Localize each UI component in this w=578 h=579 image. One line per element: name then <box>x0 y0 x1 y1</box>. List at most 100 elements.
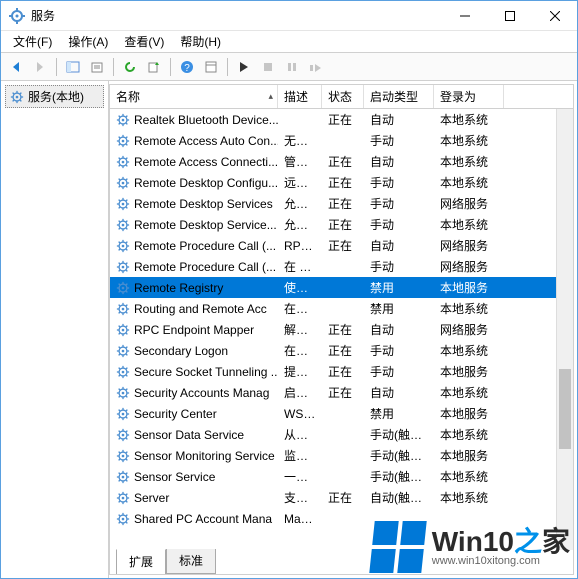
cell-status: 正在 <box>322 237 364 254</box>
service-row[interactable]: Sensor Data Service从各...手动(触发...本地系统 <box>110 424 573 445</box>
service-row[interactable]: Remote Access Auto Con...无论...手动本地系统 <box>110 130 573 151</box>
scrollbar-thumb[interactable] <box>559 369 571 449</box>
service-row[interactable]: Server支持...正在自动(触发...本地系统 <box>110 487 573 508</box>
menu-view[interactable]: 查看(V) <box>116 31 172 52</box>
service-name-link[interactable]: Remote Procedure Call (... <box>134 239 276 253</box>
service-row[interactable]: Routing and Remote Acc在局...禁用本地系统 <box>110 298 573 319</box>
service-name-link[interactable]: Sensor Monitoring Service <box>134 449 275 463</box>
menu-file[interactable]: 文件(F) <box>5 31 60 52</box>
maximize-button[interactable] <box>487 1 532 30</box>
properties-button[interactable] <box>86 56 108 78</box>
service-row[interactable]: Secure Socket Tunneling ...提供...正在手动本地服务 <box>110 361 573 382</box>
cell-description: 无论... <box>278 132 322 149</box>
cell-logon-as: 本地系统 <box>434 426 504 443</box>
cell-logon-as: 本地服务 <box>434 363 504 380</box>
show-hide-tree-button[interactable] <box>62 56 84 78</box>
start-service-button[interactable] <box>233 56 255 78</box>
refresh-button[interactable] <box>119 56 141 78</box>
service-row[interactable]: Security Accounts Manag启动...正在自动本地系统 <box>110 382 573 403</box>
cell-logon-as: 本地系统 <box>434 489 504 506</box>
vertical-scrollbar[interactable] <box>556 109 573 550</box>
cell-logon-as: 本地服务 <box>434 279 504 296</box>
service-name-link[interactable]: Remote Desktop Services <box>134 197 273 211</box>
service-row[interactable]: Remote Procedure Call (...RPC...正在自动网络服务 <box>110 235 573 256</box>
nav-services-local[interactable]: 服务(本地) <box>5 85 104 108</box>
service-name-link[interactable]: Remote Registry <box>134 281 223 295</box>
column-logon-as[interactable]: 登录为 <box>434 85 504 108</box>
service-name-link[interactable]: RPC Endpoint Mapper <box>134 323 254 337</box>
cell-startup-type: 自动 <box>364 153 434 170</box>
service-gear-icon <box>116 134 130 148</box>
cell-name: Security Center <box>110 407 278 421</box>
cell-logon-as: 本地系统 <box>434 174 504 191</box>
help-button[interactable]: ? <box>176 56 198 78</box>
close-button[interactable] <box>532 1 577 30</box>
cell-name: Secure Socket Tunneling ... <box>110 365 278 379</box>
services-window: 服务 文件(F) 操作(A) 查看(V) 帮助(H) ? <box>0 0 578 579</box>
bottom-tabs: 扩展 标准 <box>110 550 573 574</box>
service-name-link[interactable]: Routing and Remote Acc <box>134 302 267 316</box>
forward-button[interactable] <box>29 56 51 78</box>
service-row[interactable]: Remote Procedure Call (...在 W...手动网络服务 <box>110 256 573 277</box>
service-row[interactable]: Remote Access Connecti...管理...正在自动本地系统 <box>110 151 573 172</box>
cell-startup-type: 手动(触发... <box>364 468 434 485</box>
cell-name: Realtek Bluetooth Device... <box>110 113 278 127</box>
cell-name: RPC Endpoint Mapper <box>110 323 278 337</box>
cell-startup-type: 自动 <box>364 237 434 254</box>
service-name-link[interactable]: Sensor Service <box>134 470 215 484</box>
cell-startup-type: 手动(触发... <box>364 426 434 443</box>
cell-logon-as: 本地系统 <box>434 384 504 401</box>
service-name-link[interactable]: Shared PC Account Mana <box>134 512 272 526</box>
export-button[interactable] <box>143 56 165 78</box>
service-row[interactable]: Remote Registry使远...禁用本地服务 <box>110 277 573 298</box>
service-row[interactable]: Sensor Monitoring Service监视...手动(触发...本地… <box>110 445 573 466</box>
service-name-link[interactable]: Remote Access Connecti... <box>134 155 278 169</box>
service-row[interactable]: Remote Desktop Configu...远程...正在手动本地系统 <box>110 172 573 193</box>
column-description[interactable]: 描述 <box>278 85 322 108</box>
tab-extended[interactable]: 扩展 <box>116 549 166 575</box>
service-row[interactable]: Remote Desktop Services允许...正在手动网络服务 <box>110 193 573 214</box>
service-row[interactable]: Secondary Logon在不...正在手动本地系统 <box>110 340 573 361</box>
column-name[interactable]: 名称 ▴ <box>110 85 278 108</box>
service-row[interactable]: Security CenterWSC...禁用本地服务 <box>110 403 573 424</box>
service-row[interactable]: RPC Endpoint Mapper解析...正在自动网络服务 <box>110 319 573 340</box>
service-name-link[interactable]: Server <box>134 491 169 505</box>
service-name-link[interactable]: Remote Desktop Configu... <box>134 176 278 190</box>
body-split: 服务(本地) 名称 ▴ 描述 状态 启动类型 登录为 Realtek Bluet… <box>1 81 577 578</box>
cell-description: 解析... <box>278 321 322 338</box>
column-startup-type[interactable]: 启动类型 <box>364 85 434 108</box>
back-button[interactable] <box>5 56 27 78</box>
service-row[interactable]: Realtek Bluetooth Device...正在自动本地系统 <box>110 109 573 130</box>
menu-action[interactable]: 操作(A) <box>60 31 116 52</box>
service-name-link[interactable]: Secure Socket Tunneling ... <box>134 365 278 379</box>
service-gear-icon <box>116 197 130 211</box>
service-gear-icon <box>116 407 130 421</box>
service-name-link[interactable]: Realtek Bluetooth Device... <box>134 113 278 127</box>
stop-service-button[interactable] <box>257 56 279 78</box>
cell-startup-type: 手动 <box>364 342 434 359</box>
service-row[interactable]: Remote Desktop Service...允许...正在手动本地系统 <box>110 214 573 235</box>
service-name-link[interactable]: Security Accounts Manag <box>134 386 269 400</box>
cell-status: 正在 <box>322 363 364 380</box>
service-name-link[interactable]: Security Center <box>134 407 217 421</box>
pause-service-button[interactable] <box>281 56 303 78</box>
cell-status: 正在 <box>322 153 364 170</box>
service-row[interactable]: Sensor Service一项...手动(触发...本地系统 <box>110 466 573 487</box>
service-gear-icon <box>116 176 130 190</box>
restart-service-button[interactable] <box>305 56 327 78</box>
column-status[interactable]: 状态 <box>322 85 364 108</box>
menu-help[interactable]: 帮助(H) <box>172 31 229 52</box>
service-name-link[interactable]: Remote Access Auto Con... <box>134 134 278 148</box>
minimize-button[interactable] <box>442 1 487 30</box>
service-name-link[interactable]: Remote Procedure Call (... <box>134 260 276 274</box>
cell-name: Remote Desktop Configu... <box>110 176 278 190</box>
view-details-button[interactable] <box>200 56 222 78</box>
cell-name: Remote Access Auto Con... <box>110 134 278 148</box>
service-gear-icon <box>116 491 130 505</box>
service-name-link[interactable]: Sensor Data Service <box>134 428 244 442</box>
service-name-link[interactable]: Remote Desktop Service... <box>134 218 277 232</box>
cell-name: Sensor Service <box>110 470 278 484</box>
service-name-link[interactable]: Secondary Logon <box>134 344 228 358</box>
service-row[interactable]: Shared PC Account ManaMan... <box>110 508 573 529</box>
tab-standard[interactable]: 标准 <box>166 549 216 574</box>
